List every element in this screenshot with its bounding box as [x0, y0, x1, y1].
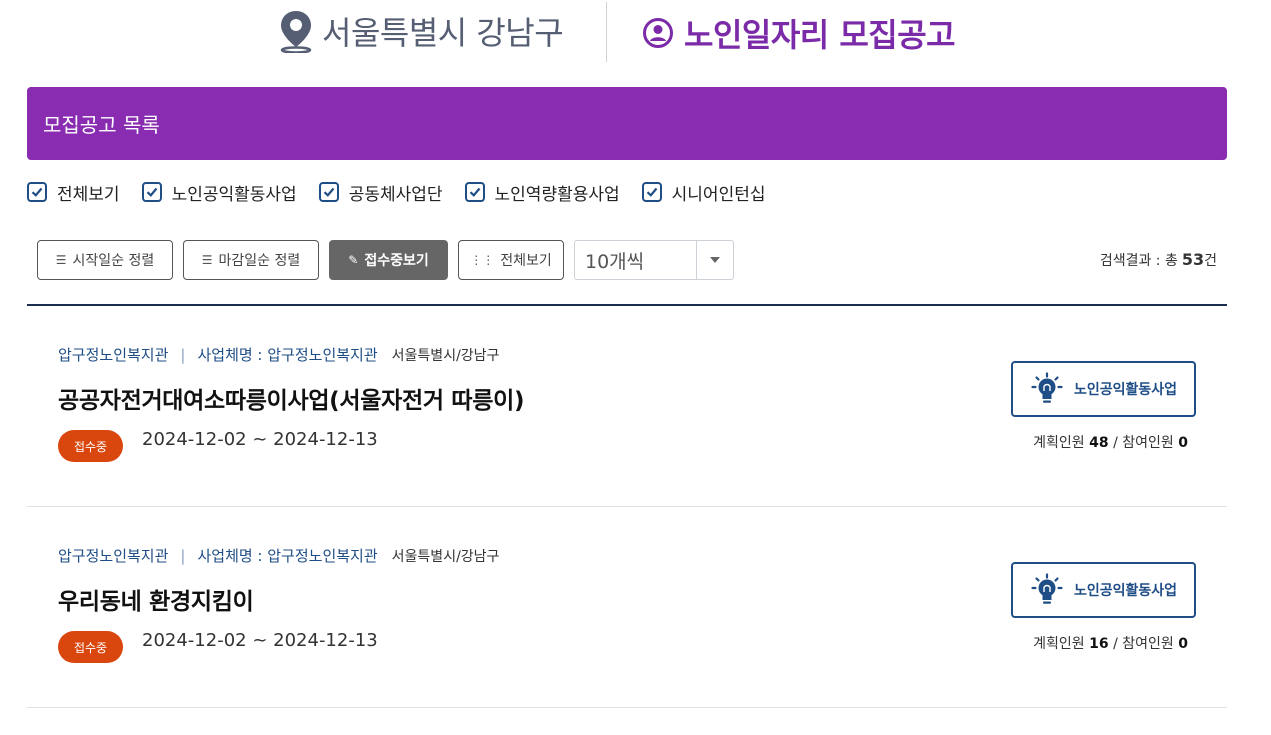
- item-org: 압구정노인복지관: [58, 547, 169, 565]
- list-banner: 모집공고 목록: [27, 87, 1227, 160]
- view-open-button[interactable]: ✎ 접수중보기: [329, 240, 448, 280]
- search-result-count: 검색결과 : 총 53 건: [1100, 250, 1217, 270]
- item-title[interactable]: 공공자전거대여소따릉이사업(서울자전거 따릉이): [58, 381, 525, 415]
- item-title[interactable]: 우리동네 환경지킴이: [58, 582, 254, 616]
- item-org: 압구정노인복지관: [58, 346, 169, 364]
- header-divider: [606, 2, 607, 62]
- result-label: 검색결과 : 총: [1099, 253, 1178, 269]
- check-icon: [469, 187, 480, 197]
- meta-separator: |: [180, 546, 186, 565]
- planned-label: 계획인원: [1033, 435, 1085, 451]
- pencil-icon: ✎: [348, 253, 359, 267]
- banner-title: 모집공고 목록: [43, 113, 160, 137]
- item-location: 서울특별시/강남구: [391, 347, 500, 364]
- list-toolbar: ☰ 시작일순 정렬 ☰ 마감일순 정렬 ✎ 접수중보기 ⋮⋮ 전체보기 10개씩: [37, 240, 734, 280]
- region-selector[interactable]: 서울특별시 강남구: [278, 8, 564, 54]
- planned-count: 16: [1089, 636, 1109, 652]
- item-divider: [27, 707, 1227, 708]
- lightbulb-icon: [1031, 372, 1063, 403]
- view-all-label: 전체보기: [500, 253, 552, 269]
- chevron-down-icon: [710, 257, 720, 263]
- meta-separator: |: [180, 345, 186, 364]
- item-meta: 압구정노인복지관 | 사업체명 : 압구정노인복지관 서울특별시/강남구: [58, 545, 499, 566]
- list-icon: ☰: [55, 253, 67, 267]
- check-icon: [31, 187, 43, 197]
- page-header: 서울특별시 강남구 노인일자리 모집공고: [0, 0, 1271, 70]
- sort-end-button[interactable]: ☰ 마감일순 정렬: [183, 240, 319, 280]
- item-business: 사업체명 : 압구정노인복지관: [197, 547, 378, 565]
- region-name: 서울특별시 강남구: [322, 14, 564, 52]
- check-icon: [323, 187, 335, 197]
- item-location: 서울특별시/강남구: [391, 548, 500, 565]
- location-pin-icon: [280, 11, 312, 53]
- checkbox-checked[interactable]: [318, 182, 339, 202]
- item-type-label: 노인공익활동사업: [1073, 382, 1178, 398]
- count-separator: /: [1113, 636, 1118, 652]
- checkbox-checked[interactable]: [641, 182, 662, 202]
- item-counts: 계획인원 16 / 참여인원 0: [1033, 633, 1188, 653]
- filter-senior-intern[interactable]: 시니어인턴십: [641, 180, 766, 205]
- page-size-select[interactable]: 10개씩: [574, 240, 734, 280]
- joined-count: 0: [1178, 636, 1188, 652]
- item-type-label: 노인공익활동사업: [1073, 583, 1178, 599]
- filter-all[interactable]: 전체보기: [27, 180, 120, 205]
- status-badge: 접수중: [58, 631, 123, 663]
- list-item[interactable]: 압구정노인복지관 | 사업체명 : 압구정노인복지관 서울특별시/강남구 공공자…: [27, 306, 1227, 506]
- status-badge: 접수중: [58, 430, 123, 462]
- filter-capability[interactable]: 노인역량활용사업: [464, 180, 620, 205]
- category-filters: 전체보기 노인공익활동사업 공동체사업단 노인역량활용사업 시니어인턴십: [27, 179, 788, 205]
- filter-label: 시니어인턴십: [671, 184, 766, 205]
- person-icon: [643, 18, 673, 48]
- item-dates: 2024-12-02 ~ 2024-12-13: [142, 630, 378, 651]
- view-all-button[interactable]: ⋮⋮ 전체보기: [458, 240, 564, 280]
- sort-end-label: 마감일순 정렬: [218, 253, 301, 269]
- filter-public-activity[interactable]: 노인공익활동사업: [141, 180, 297, 205]
- filter-label: 전체보기: [57, 184, 120, 205]
- page-title: 노인일자리 모집공고: [642, 10, 956, 56]
- joined-label: 참여인원: [1122, 636, 1174, 652]
- joined-count: 0: [1178, 435, 1188, 451]
- filter-label: 노인공익활동사업: [171, 184, 297, 205]
- item-meta: 압구정노인복지관 | 사업체명 : 압구정노인복지관 서울특별시/강남구: [58, 344, 499, 365]
- check-icon: [146, 187, 157, 197]
- check-icon: [646, 187, 657, 197]
- lightbulb-icon: [1031, 573, 1063, 604]
- page-size-value: 10개씩: [585, 250, 645, 273]
- joined-label: 참여인원: [1122, 435, 1174, 451]
- item-counts: 계획인원 48 / 참여인원 0: [1033, 432, 1188, 452]
- result-unit: 건: [1204, 253, 1217, 269]
- checkbox-checked[interactable]: [27, 182, 47, 202]
- item-type-badge: 노인공익활동사업: [1011, 562, 1196, 618]
- page-title-text: 노인일자리 모집공고: [684, 16, 956, 54]
- planned-count: 48: [1089, 435, 1109, 451]
- result-count: 53: [1181, 250, 1205, 269]
- checkbox-checked[interactable]: [464, 182, 485, 202]
- checkbox-checked[interactable]: [141, 182, 162, 202]
- item-type-badge: 노인공익활동사업: [1011, 361, 1196, 417]
- item-dates: 2024-12-02 ~ 2024-12-13: [142, 429, 378, 450]
- filter-label: 노인역량활용사업: [494, 184, 620, 205]
- filter-community[interactable]: 공동체사업단: [318, 180, 443, 205]
- grid-icon: ⋮⋮: [470, 253, 495, 267]
- sort-start-button[interactable]: ☰ 시작일순 정렬: [37, 240, 173, 280]
- planned-label: 계획인원: [1033, 636, 1085, 652]
- list-icon: ☰: [201, 253, 213, 267]
- dropdown-toggle[interactable]: [696, 241, 733, 279]
- view-open-label: 접수중보기: [364, 253, 429, 269]
- sort-start-label: 시작일순 정렬: [72, 253, 155, 269]
- item-business: 사업체명 : 압구정노인복지관: [197, 346, 378, 364]
- count-separator: /: [1113, 435, 1118, 451]
- list-item[interactable]: 압구정노인복지관 | 사업체명 : 압구정노인복지관 서울특별시/강남구 우리동…: [27, 507, 1227, 707]
- filter-label: 공동체사업단: [348, 184, 443, 205]
